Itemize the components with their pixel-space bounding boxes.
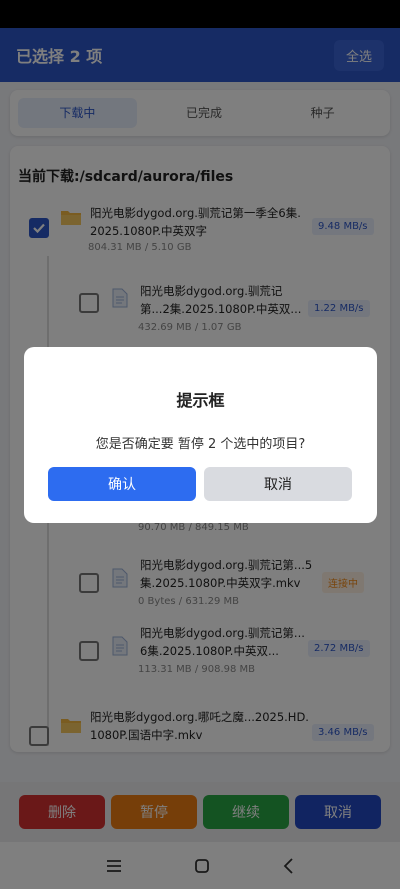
dialog-message: 您是否确定要 暂停 2 个选中的项目? <box>95 437 306 452</box>
confirm-dialog: 提示框 您是否确定要 暂停 2 个选中的项目? 确认 取消 <box>24 347 377 523</box>
confirm-button[interactable]: 确认 <box>48 467 196 501</box>
dialog-title: 提示框 <box>176 391 225 410</box>
dialog-cancel-button[interactable]: 取消 <box>204 467 352 501</box>
